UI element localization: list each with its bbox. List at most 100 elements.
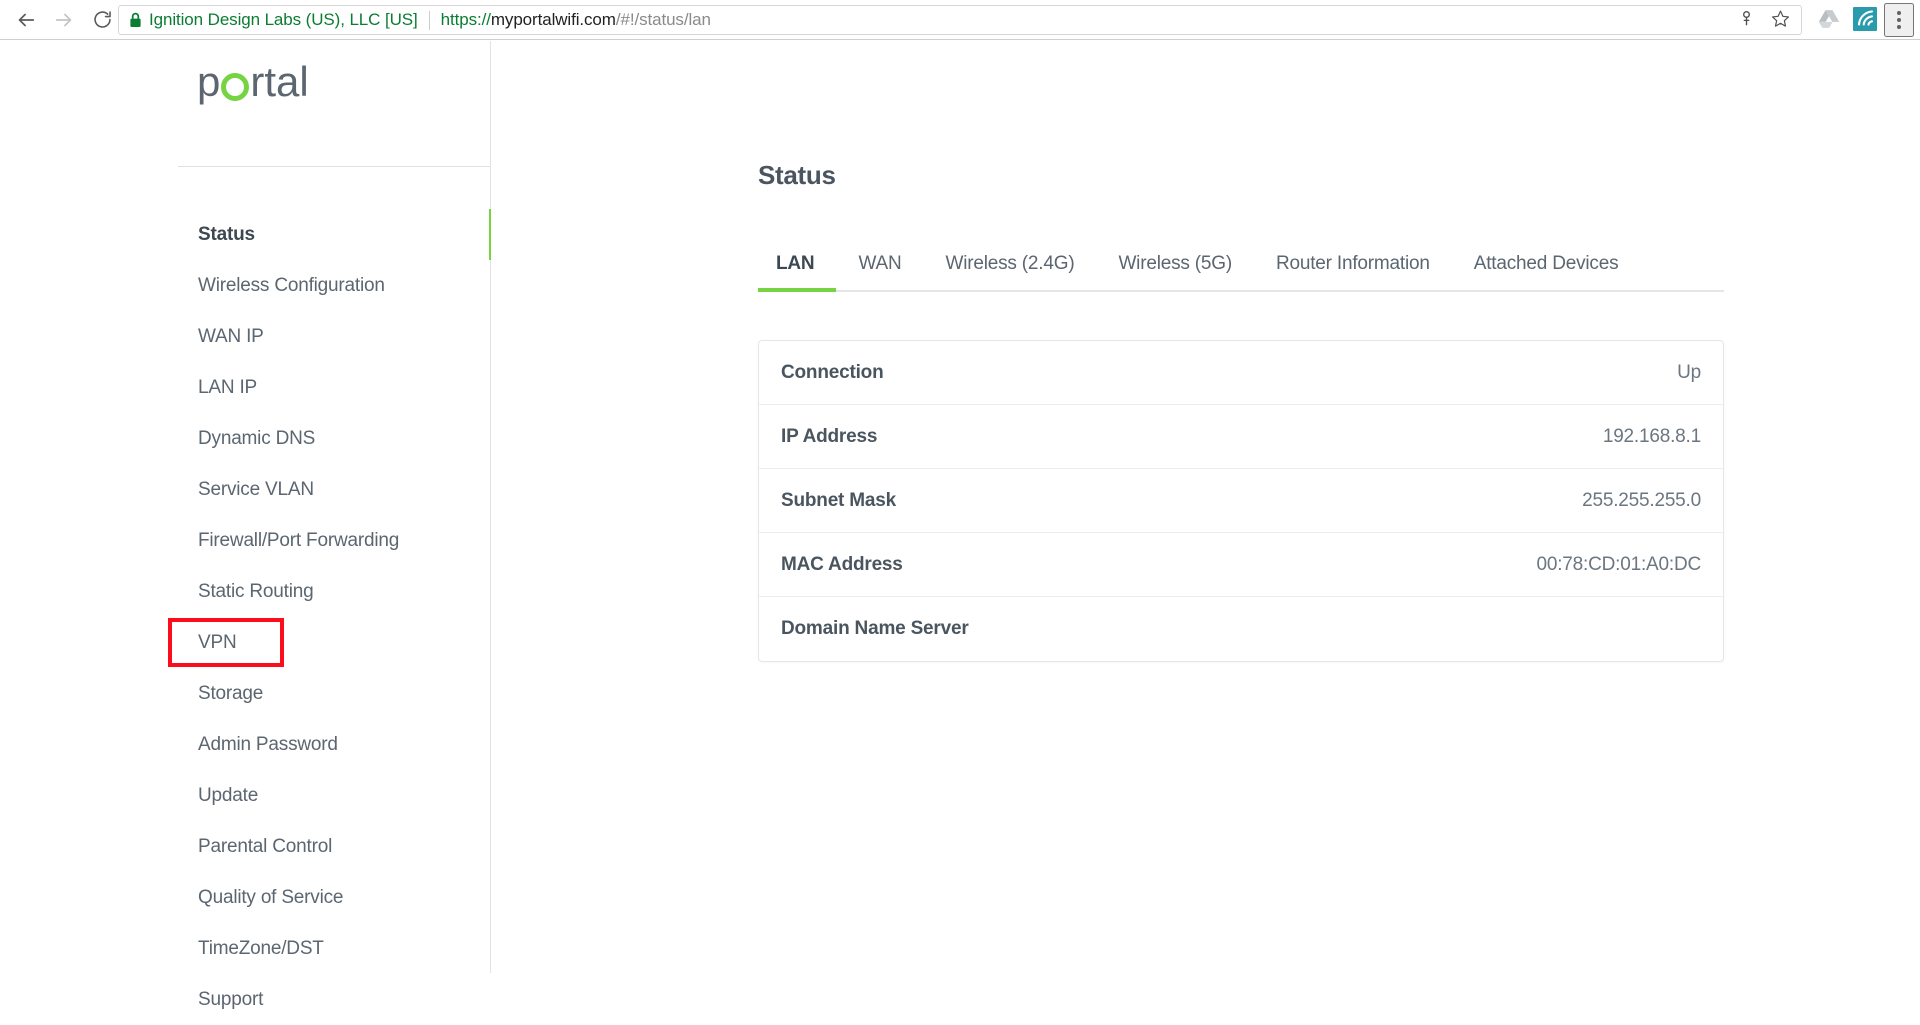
tab-label: Router Information <box>1276 253 1430 275</box>
site-identity-label: Ignition Design Labs (US), LLC [US] <box>149 10 418 30</box>
sidebar-item-lan-ip[interactable]: LAN IP <box>0 362 491 413</box>
tab-wireless-5g[interactable]: Wireless (5G) <box>1096 237 1254 290</box>
tab-label: LAN <box>776 253 814 275</box>
table-row: MAC Address 00:78:CD:01:A0:DC <box>759 533 1723 597</box>
sidebar-item-dynamic-dns[interactable]: Dynamic DNS <box>0 413 491 464</box>
sidebar-item-label: Status <box>198 224 255 246</box>
sidebar-item-wan-ip[interactable]: WAN IP <box>0 311 491 362</box>
sidebar-item-status[interactable]: Status <box>0 209 491 260</box>
sidebar-item-label: Service VLAN <box>198 479 314 501</box>
sidebar-nav: Status Wireless Configuration WAN IP LAN… <box>0 209 491 1025</box>
row-label-domain-name-server: Domain Name Server <box>781 618 969 640</box>
sidebar: prtal Status Wireless Configuration WAN … <box>0 41 491 973</box>
table-row: IP Address 192.168.8.1 <box>759 405 1723 469</box>
sidebar-item-label: LAN IP <box>198 377 257 399</box>
table-row: Subnet Mask 255.255.255.0 <box>759 469 1723 533</box>
browser-toolbar: Ignition Design Labs (US), LLC [US] http… <box>0 0 1920 40</box>
sidebar-divider <box>178 166 491 167</box>
browser-extensions-area <box>1812 0 1914 40</box>
reload-button[interactable] <box>84 2 120 38</box>
row-value-mac-address: 00:78:CD:01:A0:DC <box>1536 554 1701 576</box>
url-scheme: https:// <box>441 10 491 29</box>
page-title: Status <box>758 160 836 191</box>
three-dot-menu-icon <box>1897 25 1901 29</box>
page-content: prtal Status Wireless Configuration WAN … <box>0 41 1920 973</box>
sidebar-item-storage[interactable]: Storage <box>0 668 491 719</box>
sidebar-item-label: Quality of Service <box>198 887 343 909</box>
tab-attached-devices[interactable]: Attached Devices <box>1452 237 1641 290</box>
tab-lan[interactable]: LAN <box>758 237 836 290</box>
row-value-subnet-mask: 255.255.255.0 <box>1582 490 1701 512</box>
logo-letters-rtal: rtal <box>250 58 308 106</box>
address-bar[interactable]: Ignition Design Labs (US), LLC [US] http… <box>118 5 1802 35</box>
browser-nav-buttons <box>0 2 120 38</box>
tab-label: Wireless (2.4G) <box>945 253 1074 275</box>
logo-letter-p: p <box>197 58 220 106</box>
tab-wireless-24g[interactable]: Wireless (2.4G) <box>923 237 1096 290</box>
sidebar-item-label: Dynamic DNS <box>198 428 315 450</box>
tab-label: WAN <box>858 253 901 275</box>
omnibox-divider <box>429 11 430 30</box>
omnibox-actions <box>1731 6 1795 34</box>
sidebar-item-label: Static Routing <box>198 581 314 603</box>
sidebar-item-admin-password[interactable]: Admin Password <box>0 719 491 770</box>
sidebar-item-label: Support <box>198 989 263 1011</box>
lan-status-card: Connection Up IP Address 192.168.8.1 Sub… <box>758 340 1724 662</box>
sidebar-item-update[interactable]: Update <box>0 770 491 821</box>
google-drive-button[interactable] <box>1812 3 1846 37</box>
sidebar-item-parental-control[interactable]: Parental Control <box>0 821 491 872</box>
sidebar-item-label: Wireless Configuration <box>198 275 385 297</box>
main-content: Status LAN WAN Wireless (2.4G) Wireless … <box>491 41 1920 973</box>
sidebar-item-label: WAN IP <box>198 326 264 348</box>
tab-wan[interactable]: WAN <box>836 237 923 290</box>
status-tabs: LAN WAN Wireless (2.4G) Wireless (5G) Ro… <box>758 237 1724 292</box>
table-row: Connection Up <box>759 341 1723 405</box>
sidebar-item-timezone-dst[interactable]: TimeZone/DST <box>0 923 491 974</box>
url-host: myportalwifi.com <box>491 10 616 29</box>
sidebar-item-service-vlan[interactable]: Service VLAN <box>0 464 491 515</box>
star-bookmark-icon <box>1771 9 1790 31</box>
extension-button[interactable] <box>1848 3 1882 37</box>
forward-button <box>46 2 82 38</box>
forward-arrow-icon <box>53 9 75 31</box>
sidebar-item-support[interactable]: Support <box>0 974 491 1025</box>
sidebar-item-wireless-configuration[interactable]: Wireless Configuration <box>0 260 491 311</box>
portal-logo[interactable]: prtal <box>0 41 490 126</box>
sidebar-item-label: Firewall/Port Forwarding <box>198 530 399 552</box>
password-key-button[interactable] <box>1731 6 1761 34</box>
reload-icon <box>92 9 113 30</box>
sidebar-item-label: Storage <box>198 683 263 705</box>
sidebar-item-label: TimeZone/DST <box>198 938 324 960</box>
tab-router-information[interactable]: Router Information <box>1254 237 1452 290</box>
extension-icon <box>1853 7 1877 34</box>
browser-menu-button[interactable] <box>1884 3 1914 37</box>
bookmark-button[interactable] <box>1765 6 1795 34</box>
sidebar-item-static-routing[interactable]: Static Routing <box>0 566 491 617</box>
lock-icon <box>129 12 142 28</box>
row-label-ip-address: IP Address <box>781 426 877 448</box>
row-label-subnet-mask: Subnet Mask <box>781 490 896 512</box>
sidebar-item-label: VPN <box>198 632 236 654</box>
sidebar-item-label: Admin Password <box>198 734 338 756</box>
three-dot-menu-icon <box>1897 11 1901 15</box>
sidebar-item-label: Parental Control <box>198 836 332 858</box>
three-dot-menu-icon <box>1897 18 1901 22</box>
logo-letter-o-green <box>221 73 249 101</box>
portal-logo-text: prtal <box>197 58 309 106</box>
google-drive-icon <box>1818 9 1840 32</box>
table-row: Domain Name Server <box>759 597 1723 661</box>
back-arrow-icon <box>15 9 37 31</box>
tab-label: Wireless (5G) <box>1118 253 1232 275</box>
row-value-ip-address: 192.168.8.1 <box>1603 426 1701 448</box>
row-label-connection: Connection <box>781 362 884 384</box>
row-value-connection: Up <box>1677 362 1701 384</box>
back-button[interactable] <box>8 2 44 38</box>
sidebar-item-quality-of-service[interactable]: Quality of Service <box>0 872 491 923</box>
sidebar-item-vpn[interactable]: VPN <box>0 617 491 668</box>
sidebar-item-firewall-port-forwarding[interactable]: Firewall/Port Forwarding <box>0 515 491 566</box>
row-label-mac-address: MAC Address <box>781 554 903 576</box>
key-icon <box>1738 10 1755 30</box>
url-path: /#!/status/lan <box>616 10 711 29</box>
url-text: https://myportalwifi.com/#!/status/lan <box>441 10 711 30</box>
tab-label: Attached Devices <box>1474 253 1619 275</box>
